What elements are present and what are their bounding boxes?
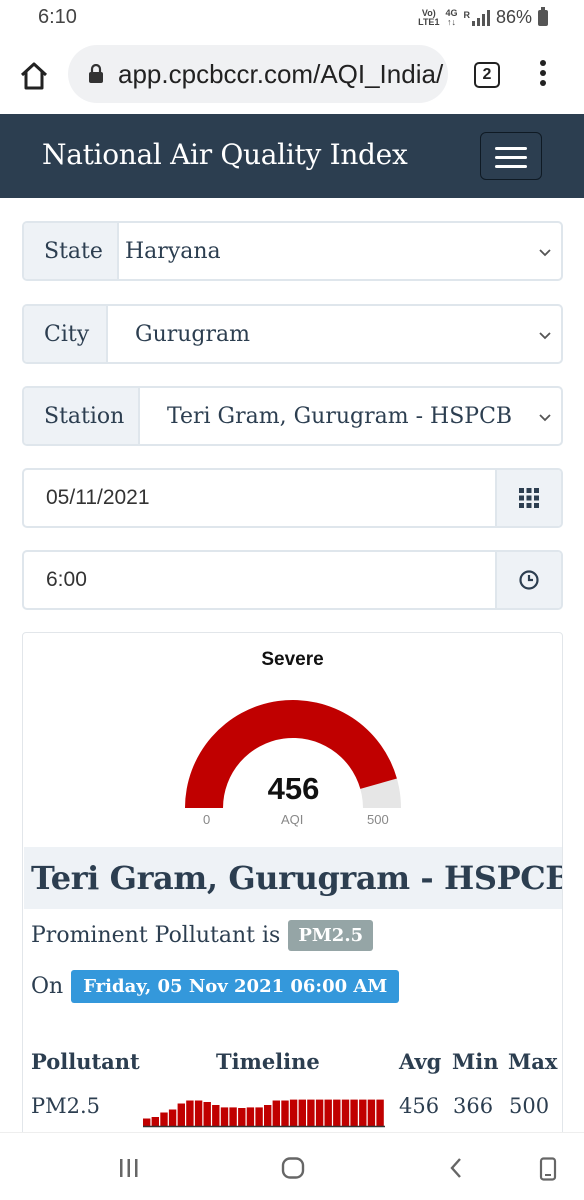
battery-percent: 86% (495, 7, 532, 27)
timeline-bar (298, 1099, 306, 1126)
status-time: 6:10 (38, 6, 77, 28)
url-text: app.cpcbccr.com/AQI_India/ (118, 59, 444, 89)
signal-icon: R (463, 9, 490, 26)
tab-switcher-button[interactable]: 2 (474, 62, 500, 88)
timeline-bar (341, 1099, 350, 1126)
timeline-bar (168, 1109, 177, 1126)
pollutant-min: 366 (453, 1094, 494, 1118)
clock-button[interactable] (495, 552, 561, 608)
timeline-bar (238, 1108, 246, 1126)
lock-icon (89, 64, 103, 83)
timeline-bar (143, 1118, 151, 1126)
city-select[interactable]: City Gurugram (22, 304, 563, 364)
station-title: Teri Gram, Gurugram - HSPCB (24, 847, 562, 909)
chevron-down-icon (539, 249, 551, 257)
station-label: Station (24, 388, 140, 444)
timeline-bar (264, 1105, 272, 1126)
timeline-bar (324, 1099, 332, 1126)
site-navbar: National Air Quality Index (0, 114, 584, 198)
chevron-down-icon (539, 332, 551, 340)
state-label: State (24, 223, 119, 279)
timeline-bar (281, 1100, 289, 1126)
timeline-bar (289, 1099, 298, 1126)
gauge-unit-label: AQI (281, 812, 304, 827)
4g-indicator: 4G ↑↓ (445, 7, 458, 27)
header-max: Max (508, 1049, 558, 1074)
clock-icon (519, 570, 539, 590)
pm25-timeline-chart (143, 1099, 385, 1128)
chevron-down-icon (539, 414, 551, 422)
address-bar[interactable]: app.cpcbccr.com/AQI_India/ (68, 45, 448, 103)
aqi-value: 456 (267, 771, 320, 806)
timeline-bar (151, 1117, 159, 1126)
state-value: Haryana (125, 238, 221, 264)
calendar-grid-icon (519, 488, 539, 508)
timeline-bar (220, 1107, 229, 1126)
city-value: Gurugram (135, 321, 251, 347)
timeline-bar (246, 1107, 255, 1126)
datetime-badge: Friday, 05 Nov 2021 06:00 AM (71, 970, 400, 1003)
timeline-bar (367, 1099, 376, 1126)
datetime-line: On Friday, 05 Nov 2021 06:00 AM (31, 970, 400, 1003)
on-label: On (31, 974, 64, 999)
header-min: Min (452, 1049, 499, 1074)
timeline-bar (203, 1102, 211, 1126)
prominent-pollutant-badge: PM2.5 (288, 920, 374, 951)
timeline-bar (229, 1107, 237, 1126)
android-nav-bar (0, 1132, 584, 1200)
prominent-pollutant-label: Prominent Pollutant is (31, 923, 281, 948)
home-nav-icon[interactable] (281, 1157, 305, 1179)
timeline-bar (212, 1105, 220, 1126)
gauge-min-label: 0 (203, 812, 211, 827)
timeline-bar (359, 1099, 367, 1126)
date-input-group: 05/11/2021 (22, 468, 563, 528)
header-avg: Avg (399, 1049, 442, 1074)
aqi-category: Severe (261, 649, 324, 670)
station-select[interactable]: Station Teri Gram, Gurugram - HSPCB (22, 386, 563, 446)
browser-toolbar: app.cpcbccr.com/AQI_India/ 2 (0, 36, 584, 114)
timeline-bar (177, 1103, 185, 1126)
hamburger-menu-button[interactable] (480, 132, 542, 180)
roaming-indicator: R (463, 9, 470, 20)
status-bar: 6:10 Vo) LTE1 4G ↑↓ R 86% (0, 0, 584, 36)
city-label: City (24, 306, 108, 362)
timeline-bar (160, 1112, 168, 1126)
timeline-bar (350, 1099, 358, 1126)
site-title[interactable]: National Air Quality Index (42, 138, 408, 171)
volte-indicator: Vo) LTE1 (418, 7, 440, 27)
status-indicators: Vo) LTE1 4G ↑↓ R 86% (418, 6, 548, 28)
header-pollutant: Pollutant (31, 1049, 140, 1074)
timeline-bar (194, 1100, 203, 1126)
time-input[interactable]: 6:00 (46, 552, 87, 608)
overflow-menu-icon[interactable] (536, 60, 550, 90)
prominent-pollutant-line: Prominent Pollutant is PM2.5 (31, 920, 374, 951)
pollutant-max: 500 (509, 1094, 550, 1118)
recent-apps-icon[interactable] (118, 1157, 140, 1179)
home-icon[interactable] (18, 60, 50, 92)
timeline-bar (255, 1107, 263, 1126)
pollutant-name: PM2.5 (31, 1094, 101, 1118)
state-select[interactable]: State Haryana (22, 221, 563, 281)
timeline-bar (376, 1099, 384, 1126)
timeline-bar (315, 1099, 324, 1126)
date-input[interactable]: 05/11/2021 (46, 470, 150, 526)
screenshot-tool-icon[interactable] (538, 1157, 558, 1181)
back-icon[interactable] (448, 1157, 464, 1179)
header-timeline: Timeline (216, 1049, 320, 1074)
time-input-group: 6:00 (22, 550, 563, 610)
gauge-max-label: 500 (367, 812, 389, 827)
battery-icon (538, 6, 548, 26)
pollutant-avg: 456 (399, 1094, 440, 1118)
timeline-bar (186, 1100, 194, 1126)
timeline-bar (307, 1099, 315, 1126)
station-value: Teri Gram, Gurugram - HSPCB (167, 403, 513, 429)
timeline-bar (272, 1100, 280, 1126)
aqi-card: Severe 456 0 AQI 500 Teri Gram, Gurugram… (22, 632, 563, 1152)
timeline-bar (333, 1099, 341, 1126)
calendar-button[interactable] (495, 470, 561, 526)
